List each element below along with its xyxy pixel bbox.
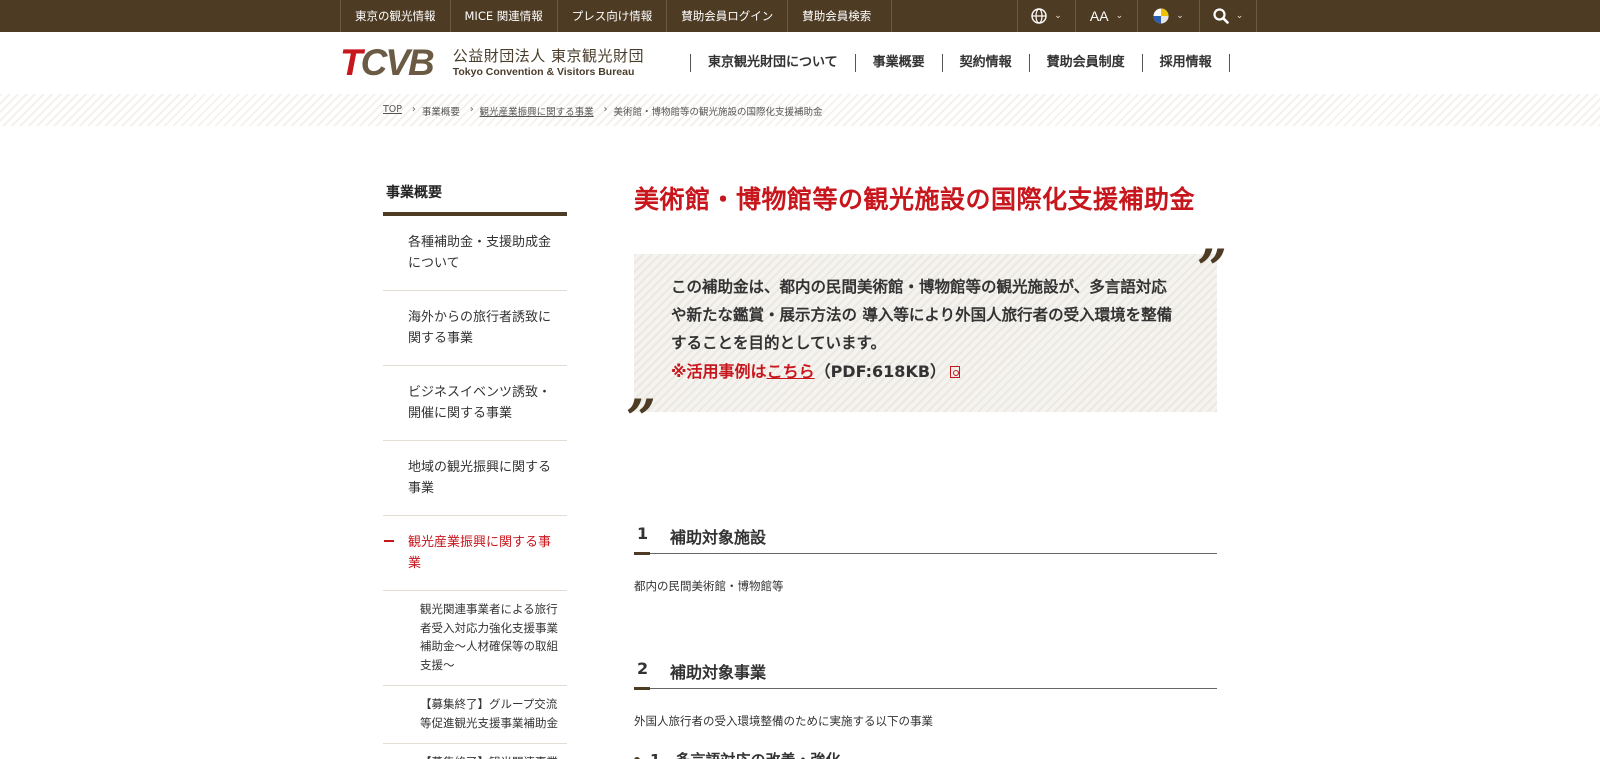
case-study-link[interactable]: こちら xyxy=(767,362,815,381)
utility-links: 東京の観光情報 MICE 関連情報 プレス向け情報 賛助会員ログイン 賛助会員検… xyxy=(340,0,893,32)
search-icon xyxy=(1213,8,1229,24)
breadcrumb-current: 美術館・博物館等の観光施設の国際化支援補助金 xyxy=(613,107,823,118)
nav-recruit[interactable]: 採用情報 xyxy=(1141,54,1230,72)
case-study-prefix: ※活用事例は xyxy=(671,362,767,381)
color-palette-icon xyxy=(1153,8,1169,24)
sidebar-item-subsidies[interactable]: 各種補助金・支援助成金について xyxy=(383,216,567,291)
chevron-down-icon: ⌄ xyxy=(1115,11,1124,21)
main-content: 美術館・博物館等の観光施設の国際化支援補助金 ” ” この補助金は、都内の民間美… xyxy=(626,182,1227,446)
section-title: 補助対象事業 xyxy=(670,663,767,682)
organization-name: 公益財団法人 東京観光財団 Tokyo Convention & Visitor… xyxy=(452,46,645,78)
breadcrumb-band: TOP › 事業概要 › 観光産業振興に関する事業 › 美術館・博物館等の観光施… xyxy=(0,94,1600,126)
sidebar-subitem-tourism-related[interactable]: 【募集終了】観光関連事業 xyxy=(383,744,567,759)
tcvb-logo-mark: TCVB xyxy=(340,42,435,83)
sidebar-item-regional[interactable]: 地域の観光振興に関する事業 xyxy=(383,441,567,516)
section-body-1: 都内の民間美術館・博物館等 xyxy=(634,579,784,593)
page-title: 美術館・博物館等の観光施設の国際化支援補助金 xyxy=(634,185,1196,214)
section-number: 2 xyxy=(637,659,649,678)
quote-open-icon: ” xyxy=(1197,239,1227,300)
utility-link-tokyo-tourism[interactable]: 東京の観光情報 xyxy=(340,0,450,32)
nav-business-overview[interactable]: 事業概要 xyxy=(854,54,942,72)
pdf-icon xyxy=(950,366,961,378)
sidebar-title: 事業概要 xyxy=(383,176,567,216)
section-title: 補助対象施設 xyxy=(670,528,767,547)
utility-bar: 東京の観光情報 MICE 関連情報 プレス向け情報 賛助会員ログイン 賛助会員検… xyxy=(0,0,1600,32)
intro-text: この補助金は、都内の民間美術館・博物館等の観光施設が、多言語対応や新たな鑑賞・展… xyxy=(671,278,1173,352)
intro-quote-box: ” ” この補助金は、都内の民間美術館・博物館等の観光施設が、多言語対応や新たな… xyxy=(626,244,1227,446)
color-scheme-selector[interactable]: ⌄ xyxy=(1137,0,1199,32)
font-size-label: AA xyxy=(1089,8,1109,24)
utility-link-member-login[interactable]: 賛助会員ログイン xyxy=(666,0,787,32)
site-logo[interactable]: TCVB 公益財団法人 東京観光財団 Tokyo Convention & Vi… xyxy=(340,42,645,83)
breadcrumb: TOP › 事業概要 › 観光産業振興に関する事業 › 美術館・博物館等の観光施… xyxy=(383,104,829,118)
nav-membership[interactable]: 賛助会員制度 xyxy=(1028,54,1142,72)
nav-contract-info[interactable]: 契約情報 xyxy=(941,54,1029,72)
org-name-en: Tokyo Convention & Visitors Bureau xyxy=(452,65,635,78)
section-heading-2: 2 補助対象事業 xyxy=(634,655,1217,690)
nav-about[interactable]: 東京観光財団について xyxy=(690,54,855,72)
minus-icon xyxy=(384,540,394,542)
utility-tools: ⌄ AA ⌄ ⌄ ⌄ xyxy=(1017,0,1257,32)
site-header: TCVB 公益財団法人 東京観光財団 Tokyo Convention & Vi… xyxy=(0,32,1600,94)
utility-link-mice[interactable]: MICE 関連情報 xyxy=(449,0,557,32)
utility-link-press[interactable]: プレス向け情報 xyxy=(556,0,667,32)
sidebar: 事業概要 各種補助金・支援助成金について 海外からの旅行者誘致に関する事業 ビジ… xyxy=(383,176,567,759)
breadcrumb-business-overview: 事業概要 xyxy=(421,107,460,118)
utility-link-member-search[interactable]: 賛助会員検索 xyxy=(787,0,893,32)
breadcrumb-tourism-industry[interactable]: 観光産業振興に関する事業 xyxy=(480,104,594,118)
chevron-right-icon: › xyxy=(603,104,608,115)
sidebar-subitem-hr-support[interactable]: 観光関連事業者による旅行者受入対応力強化支援事業補助金～人材確保等の取組支援～ xyxy=(383,591,567,686)
section-heading-1: 1 補助対象施設 xyxy=(634,520,1217,555)
sidebar-item-tourism-industry[interactable]: 観光産業振興に関する事業 xyxy=(383,516,567,591)
subsection-heading: 1 多言語対応の改善・強化 xyxy=(634,749,840,759)
quote-close-icon: ” xyxy=(626,389,656,450)
section-number: 1 xyxy=(637,524,649,543)
sidebar-subitem-group-exchange[interactable]: 【募集終了】グループ交流等促進観光支援事業補助金 xyxy=(383,686,567,744)
org-name-ja: 公益財団法人 東京観光財団 xyxy=(452,46,645,65)
sidebar-item-inbound[interactable]: 海外からの旅行者誘致に関する事業 xyxy=(383,291,567,366)
section-body-2: 外国人旅行者の受入環境整備のために実施する以下の事業 xyxy=(634,714,933,728)
sidebar-item-label: 観光産業振興に関する事業 xyxy=(408,535,552,571)
case-study-file-info: （PDF:618KB） xyxy=(814,362,947,381)
chevron-down-icon: ⌄ xyxy=(1235,11,1244,21)
heading-accent xyxy=(634,687,650,690)
case-study-line: ※活用事例はこちら（PDF:618KB） xyxy=(671,358,961,386)
language-selector[interactable]: ⌄ xyxy=(1017,0,1075,32)
heading-accent xyxy=(634,552,650,555)
chevron-right-icon: › xyxy=(412,104,416,115)
subsection-title: 1 多言語対応の改善・強化 xyxy=(650,751,840,759)
global-nav: 東京観光財団について 事業概要 契約情報 賛助会員制度 採用情報 xyxy=(690,54,1230,72)
font-size-selector[interactable]: AA ⌄ xyxy=(1075,0,1137,32)
chevron-down-icon: ⌄ xyxy=(1054,11,1062,21)
breadcrumb-top[interactable]: TOP xyxy=(383,104,402,118)
site-search-toggle[interactable]: ⌄ xyxy=(1199,0,1257,32)
globe-icon xyxy=(1031,8,1047,24)
chevron-down-icon: ⌄ xyxy=(1176,11,1184,21)
chevron-right-icon: › xyxy=(469,104,474,115)
sidebar-item-business-events[interactable]: ビジネスイベンツ誘致・開催に関する事業 xyxy=(383,366,567,441)
